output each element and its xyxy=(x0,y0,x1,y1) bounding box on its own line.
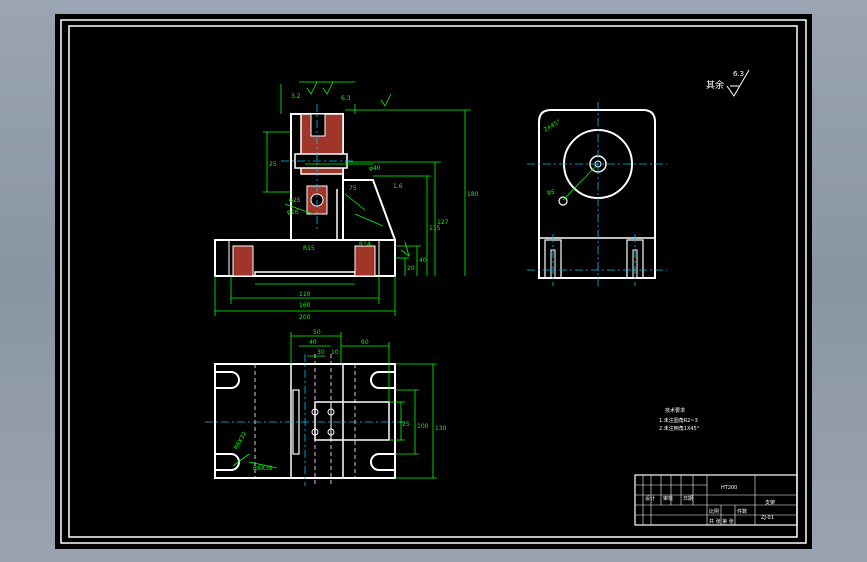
top-dim-130: 130 xyxy=(435,425,447,432)
dim-110: 110 xyxy=(299,291,311,298)
outer-border xyxy=(60,19,807,544)
tb-date: 日期 xyxy=(683,496,693,502)
dim-115: 115 xyxy=(429,225,441,232)
dim-phi16: φ16 xyxy=(287,209,299,216)
top-dim-25: 25 xyxy=(402,421,410,428)
tb-qty: 件数 xyxy=(737,508,747,515)
dim-200: 200 xyxy=(299,314,311,321)
top-view: 50 40 30 10 60 25 100 130 R6X32 R6X32 xyxy=(205,329,447,486)
top-dim-slot2: R6X32 xyxy=(253,465,273,472)
tb-sheet: 共 张 第 张 xyxy=(709,518,734,525)
top-dim-60: 60 xyxy=(361,339,369,346)
surface-finish-value: 6.3 xyxy=(733,70,744,78)
tb-drawing-no: ZJ-01 xyxy=(761,515,774,521)
technical-requirements: 技术要求 1.未注圆角R2~3 2.未注倒角1X45° xyxy=(659,407,700,432)
drawing-canvas[interactable]: 其余 6.3 110 160 200 180 127 115 40 20 75 … xyxy=(55,14,812,549)
tech-line2: 2.未注倒角1X45° xyxy=(659,425,700,432)
side-hole: φ5 xyxy=(547,189,555,196)
top-dim-slot: R6X32 xyxy=(233,430,249,451)
rough-side: 1.6 xyxy=(393,183,403,190)
drawing-svg: 其余 6.3 110 160 200 180 127 115 40 20 75 … xyxy=(60,19,807,544)
dim-r14: R14 xyxy=(359,241,371,248)
surface-finish-label: 其余 xyxy=(706,79,724,91)
top-dim-40: 40 xyxy=(309,339,317,346)
front-view: 110 160 200 180 127 115 40 20 75 25 φ25 … xyxy=(214,81,479,321)
dim-75: 75 xyxy=(349,185,357,192)
tb-part-name: 支架 xyxy=(765,499,775,506)
title-block: HT200 支架 ZJ-01 比例 件数 设计 审核 日期 共 张 第 张 xyxy=(634,474,798,526)
top-dim-10: 10 xyxy=(331,349,339,356)
dim-40: 40 xyxy=(419,257,427,264)
tb-scale: 比例 xyxy=(709,508,719,515)
top-dim-100: 100 xyxy=(417,423,429,430)
dim-180: 180 xyxy=(467,191,479,198)
top-dim-50: 50 xyxy=(313,329,321,336)
side-chamfer: 2X45° xyxy=(543,118,563,133)
surface-finish-note: 其余 6.3 xyxy=(706,69,750,97)
dim-r15: R15 xyxy=(303,245,315,252)
dim-phi25: φ25 xyxy=(289,197,301,204)
tech-title: 技术要求 xyxy=(665,407,685,414)
dim-phi40: φ40 xyxy=(369,165,381,172)
rough-top: 3.2 xyxy=(291,93,301,100)
top-dim-30: 30 xyxy=(317,349,325,356)
tb-material: HT200 xyxy=(721,485,737,491)
tb-checker: 审核 xyxy=(663,495,673,502)
cad-viewport[interactable]: 其余 6.3 110 160 200 180 127 115 40 20 75 … xyxy=(0,0,867,562)
rough-mid: 6.3 xyxy=(341,95,351,102)
dim-20: 20 xyxy=(407,265,415,272)
tb-designer: 设计 xyxy=(645,495,655,502)
tech-line1: 1.未注圆角R2~3 xyxy=(659,417,698,424)
side-view: 2X45° φ5 xyxy=(527,102,667,286)
dim-160: 160 xyxy=(299,302,311,309)
dim-25: 25 xyxy=(269,161,277,168)
